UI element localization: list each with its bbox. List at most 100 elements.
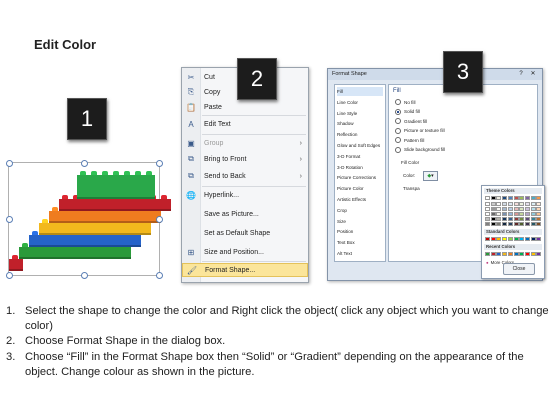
radio-button[interactable] xyxy=(395,118,401,124)
color-swatch[interactable] xyxy=(513,252,519,256)
menu-item-group[interactable]: ▣ Group › xyxy=(182,136,308,150)
color-swatch[interactable] xyxy=(536,212,542,216)
color-swatch[interactable] xyxy=(490,237,496,241)
color-swatch[interactable] xyxy=(536,252,542,256)
color-picker-button[interactable]: ◆ ▾ xyxy=(423,171,438,181)
color-swatch[interactable] xyxy=(502,222,508,226)
color-swatch[interactable] xyxy=(496,207,502,211)
color-swatch[interactable] xyxy=(524,217,530,221)
color-swatch[interactable] xyxy=(519,207,525,211)
color-swatch[interactable] xyxy=(502,196,508,200)
color-swatch[interactable] xyxy=(513,196,519,200)
color-swatch[interactable] xyxy=(502,212,508,216)
selection-handle[interactable] xyxy=(6,160,13,167)
color-swatch[interactable] xyxy=(507,237,513,241)
color-swatch[interactable] xyxy=(490,217,496,221)
color-swatch[interactable] xyxy=(530,217,536,221)
selection-handle[interactable] xyxy=(156,160,163,167)
color-swatch[interactable] xyxy=(530,207,536,211)
color-swatch[interactable] xyxy=(485,252,490,256)
color-swatch[interactable] xyxy=(496,252,502,256)
color-swatch[interactable] xyxy=(536,196,542,200)
radio-button[interactable] xyxy=(395,146,401,153)
color-swatch[interactable] xyxy=(490,196,496,200)
color-swatch[interactable] xyxy=(513,237,519,241)
color-swatch[interactable] xyxy=(519,252,525,256)
color-swatch[interactable] xyxy=(507,196,513,200)
color-swatch[interactable] xyxy=(536,207,542,211)
color-swatch[interactable] xyxy=(485,212,490,216)
selection-handle[interactable] xyxy=(81,272,88,279)
color-swatch[interactable] xyxy=(513,217,519,221)
category-3-d-format[interactable]: 3-D Format xyxy=(337,152,383,161)
color-swatch[interactable] xyxy=(490,222,496,226)
color-swatch[interactable] xyxy=(513,222,519,226)
color-swatch[interactable] xyxy=(519,217,525,221)
color-swatch[interactable] xyxy=(507,222,513,226)
fill-option-gradient-fill[interactable]: Gradient fill xyxy=(395,118,427,124)
category-shadow[interactable]: Shadow xyxy=(337,119,383,128)
radio-button[interactable] xyxy=(395,99,401,105)
menu-item-send-to-back[interactable]: ⧉ Send to Back › xyxy=(182,169,308,183)
color-swatch[interactable] xyxy=(485,237,490,241)
color-swatch[interactable] xyxy=(536,237,542,241)
menu-item-edit-text[interactable]: A Edit Text xyxy=(182,117,308,131)
category-line-style[interactable]: Line Style xyxy=(337,109,383,118)
color-swatch[interactable] xyxy=(519,222,525,226)
menu-item-size-and-position[interactable]: ⊞ Size and Position... xyxy=(182,245,308,259)
radio-button[interactable] xyxy=(395,137,401,143)
menu-item-save-as-picture[interactable]: Save as Picture... xyxy=(182,207,308,221)
color-swatch[interactable] xyxy=(536,202,542,206)
category-3-d-rotation[interactable]: 3-D Rotation xyxy=(337,163,383,172)
color-swatch[interactable] xyxy=(519,212,525,216)
color-swatch[interactable] xyxy=(502,217,508,221)
category-size[interactable]: Size xyxy=(337,217,383,226)
selection-handle[interactable] xyxy=(156,216,163,223)
color-swatch[interactable] xyxy=(502,207,508,211)
color-swatch[interactable] xyxy=(507,212,513,216)
color-swatch[interactable] xyxy=(519,237,525,241)
selection-handle[interactable] xyxy=(6,272,13,279)
color-swatch[interactable] xyxy=(490,252,496,256)
category-fill[interactable]: Fill xyxy=(337,87,383,96)
color-swatch[interactable] xyxy=(524,196,530,200)
color-swatch[interactable] xyxy=(496,202,502,206)
color-swatch[interactable] xyxy=(513,202,519,206)
color-swatch[interactable] xyxy=(519,202,525,206)
color-swatch[interactable] xyxy=(530,222,536,226)
color-swatch[interactable] xyxy=(524,207,530,211)
color-swatch[interactable] xyxy=(507,202,513,206)
close-icon[interactable]: ✕ xyxy=(528,70,538,78)
category-reflection[interactable]: Reflection xyxy=(337,130,383,139)
color-swatch[interactable] xyxy=(519,196,525,200)
menu-item-hyperlink[interactable]: 🌐 Hyperlink... xyxy=(182,188,308,202)
color-swatch[interactable] xyxy=(496,196,502,200)
color-swatch[interactable] xyxy=(496,217,502,221)
selection-handle[interactable] xyxy=(6,216,13,223)
color-swatch[interactable] xyxy=(524,202,530,206)
color-swatch[interactable] xyxy=(524,212,530,216)
color-swatch[interactable] xyxy=(502,252,508,256)
category-line-color[interactable]: Line Color xyxy=(337,98,383,107)
color-swatch[interactable] xyxy=(530,196,536,200)
color-swatch[interactable] xyxy=(536,222,542,226)
color-swatch[interactable] xyxy=(524,237,530,241)
category-position[interactable]: Position xyxy=(337,227,383,236)
color-swatch[interactable] xyxy=(513,207,519,211)
color-swatch[interactable] xyxy=(524,252,530,256)
menu-item-bring-to-front[interactable]: ⧉ Bring to Front › xyxy=(182,152,308,166)
color-swatch[interactable] xyxy=(485,222,490,226)
radio-button[interactable] xyxy=(395,127,401,134)
help-icon[interactable]: ? xyxy=(516,70,526,78)
color-swatch[interactable] xyxy=(524,222,530,226)
color-swatch[interactable] xyxy=(496,212,502,216)
color-swatch[interactable] xyxy=(507,252,513,256)
color-swatch[interactable] xyxy=(536,217,542,221)
color-swatch[interactable] xyxy=(490,207,496,211)
color-swatch[interactable] xyxy=(502,202,508,206)
color-swatch[interactable] xyxy=(507,207,513,211)
color-swatch[interactable] xyxy=(485,207,490,211)
fill-option-picture-or-texture-fill[interactable]: Picture or texture fill xyxy=(395,127,445,134)
close-button[interactable]: Close xyxy=(503,263,535,275)
color-swatch[interactable] xyxy=(513,212,519,216)
